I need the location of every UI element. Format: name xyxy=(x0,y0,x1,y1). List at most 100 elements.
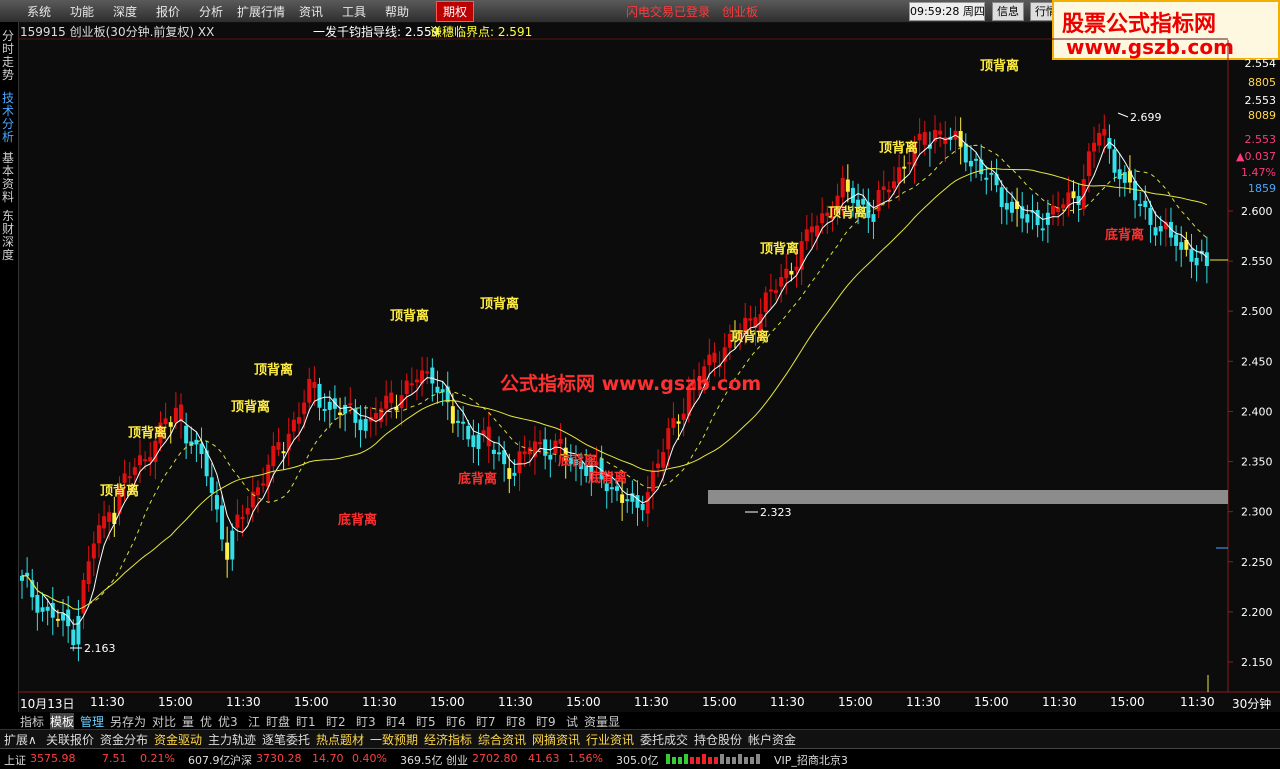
function-tab[interactable]: 一致预期 xyxy=(370,731,418,748)
top-divergence-label: 顶背离 xyxy=(231,399,270,415)
function-tab[interactable]: 网摘资讯 xyxy=(532,731,580,748)
high-price-label: 2.699 xyxy=(1130,111,1162,124)
candle-body xyxy=(517,451,522,474)
candle-body xyxy=(471,435,476,448)
function-tab[interactable]: 逐笔委托 xyxy=(262,731,310,748)
indicator-tab[interactable]: 另存为 xyxy=(110,713,146,730)
candle-body xyxy=(938,130,943,135)
bottom-divergence-label: 底背离 xyxy=(1105,227,1144,243)
candle-body xyxy=(1117,169,1122,180)
indicator-tab[interactable]: 资量显 xyxy=(584,713,620,730)
candle-body xyxy=(455,420,460,423)
y-tick-label: 2.500 xyxy=(1241,305,1273,318)
candle-body xyxy=(681,413,686,420)
candle-body xyxy=(712,352,717,363)
function-tab[interactable]: 持仓股份 xyxy=(694,731,742,748)
candle-body xyxy=(173,407,178,423)
top-divergence-label: 顶背离 xyxy=(128,425,167,441)
signal-bar xyxy=(744,757,748,764)
indicator-tab[interactable]: 管理 xyxy=(80,713,104,730)
function-tab[interactable]: 资金驱动 xyxy=(154,731,202,748)
indicator-tab[interactable]: 盯盘 xyxy=(266,713,290,730)
candle-body xyxy=(943,137,948,144)
candle-body xyxy=(907,162,912,165)
candle-body xyxy=(148,456,153,462)
x-tick-label: 11:30 xyxy=(634,695,669,709)
top-divergence-label: 顶背离 xyxy=(480,296,519,312)
hs-index-change: 14.70 xyxy=(312,752,344,765)
signal-bars-icon xyxy=(666,754,762,767)
candle-body xyxy=(543,439,548,456)
candle-body xyxy=(91,543,96,559)
indicator-tab[interactable]: 对比 xyxy=(152,713,176,730)
candle-body xyxy=(809,226,814,233)
candle-body xyxy=(1050,205,1055,215)
indicator-tab[interactable]: 盯2 xyxy=(326,713,346,730)
function-tab[interactable]: 关联报价 xyxy=(46,731,94,748)
y-tick-label: 2.400 xyxy=(1241,405,1273,418)
cy-index-name[interactable]: 创业 xyxy=(446,752,468,768)
candle-body xyxy=(96,525,101,544)
candle-body xyxy=(461,421,466,424)
function-tab[interactable]: 资金分布 xyxy=(100,731,148,748)
signal-bar xyxy=(684,754,688,764)
signal-bar xyxy=(708,757,712,764)
candle-body xyxy=(476,434,481,449)
candle-body xyxy=(886,189,891,193)
indicator-tab[interactable]: 盯4 xyxy=(386,713,406,730)
candle-body xyxy=(466,425,471,440)
candle-body xyxy=(979,159,984,175)
candle-body xyxy=(527,447,532,455)
indicator-tab[interactable]: 模板 xyxy=(50,713,75,730)
x-tick-label: 11:30 xyxy=(226,695,261,709)
function-tab[interactable]: 帐户资金 xyxy=(748,731,796,748)
candle-body xyxy=(615,486,619,491)
indicator-tab[interactable]: 盯5 xyxy=(416,713,436,730)
candle-body xyxy=(384,395,389,409)
function-tab[interactable]: 热点题材 xyxy=(316,731,364,748)
candle-body xyxy=(322,408,327,411)
period-label[interactable]: 30分钟 xyxy=(1232,695,1271,712)
indicator-tab[interactable]: 江 xyxy=(248,713,260,730)
candle-body xyxy=(55,618,60,621)
function-tab[interactable]: 委托成交 xyxy=(640,731,688,748)
indicator-tab[interactable]: 优 xyxy=(200,713,212,730)
x-tick-label: 11:30 xyxy=(1042,695,1077,709)
candle-body xyxy=(1071,191,1076,199)
kline-chart[interactable]: 2.600 2.550 2.500 2.450 2.400 2.350 2.300 2.250… xyxy=(0,0,1280,768)
candle-body xyxy=(343,404,348,414)
function-tab[interactable]: 扩展∧ xyxy=(4,731,37,748)
y-tick-label: 2.450 xyxy=(1241,355,1273,368)
candle-body xyxy=(650,470,655,492)
x-tick-label: 11:30 xyxy=(770,695,805,709)
indicator-tab[interactable]: 盯6 xyxy=(446,713,466,730)
function-tab[interactable]: 综合资讯 xyxy=(478,731,526,748)
candle-body xyxy=(538,442,543,445)
indicator-tab[interactable]: 盯7 xyxy=(476,713,496,730)
sh-index-name[interactable]: 上证 xyxy=(4,752,26,768)
hs-index-name[interactable]: 沪深 xyxy=(230,752,252,768)
sh-index-value: 3575.98 xyxy=(30,752,76,765)
function-tab[interactable]: 主力轨迹 xyxy=(208,731,256,748)
indicator-tab[interactable]: 盯8 xyxy=(506,713,526,730)
function-tab[interactable]: 行业资讯 xyxy=(586,731,634,748)
right-info-value: 8805 xyxy=(1248,76,1276,89)
candle-body xyxy=(225,542,230,560)
candle-body xyxy=(671,418,676,428)
signal-bar xyxy=(714,757,718,764)
indicator-tab[interactable]: 盯3 xyxy=(356,713,376,730)
indicator-tab[interactable]: 盯1 xyxy=(296,713,316,730)
indicator-tab[interactable]: 指标 xyxy=(20,713,44,730)
candle-body xyxy=(373,413,378,419)
indicator-tab[interactable]: 量 xyxy=(182,713,194,730)
candle-body xyxy=(71,629,76,646)
candle-body xyxy=(1004,203,1009,210)
indicator-tab[interactable]: 优3 xyxy=(218,713,238,730)
x-tick-label: 15:00 xyxy=(1110,695,1145,709)
indicator-tab[interactable]: 盯9 xyxy=(536,713,556,730)
indicator-tab[interactable]: 试 xyxy=(566,713,578,730)
cy-index-amount: 305.0亿 xyxy=(616,754,659,767)
function-tab[interactable]: 经济指标 xyxy=(424,731,472,748)
right-info-value: 1.47% xyxy=(1241,166,1276,179)
right-info-value: 2.553 xyxy=(1245,133,1277,146)
